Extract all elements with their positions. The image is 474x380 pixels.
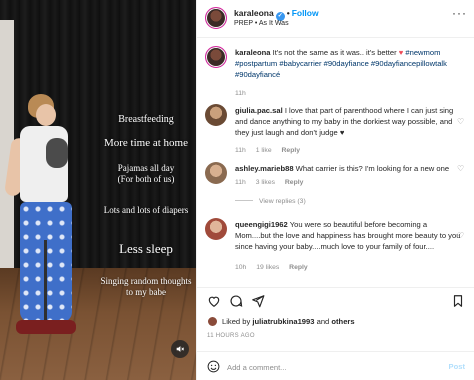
liked-by-user[interactable]: juliatrubkina1993 bbox=[252, 317, 314, 326]
reply-button[interactable]: Reply bbox=[289, 264, 308, 271]
like-comment-heart-icon[interactable]: ♡ bbox=[457, 118, 465, 126]
mute-button[interactable] bbox=[171, 340, 189, 358]
red-heart-icon: ♥ bbox=[398, 48, 404, 57]
post-panel: karaleona ✓ • Follow PREP • As It Was ··· k… bbox=[196, 0, 474, 380]
like-comment-heart-icon[interactable]: ♡ bbox=[457, 232, 465, 240]
comment-likes[interactable]: 1 like bbox=[256, 147, 272, 154]
comment-username[interactable]: ashley.marieb88 bbox=[235, 164, 294, 173]
post-header: karaleona ✓ • Follow PREP • As It Was ··· bbox=[197, 0, 474, 38]
avatar[interactable] bbox=[207, 316, 218, 327]
view-replies-button[interactable]: View replies (3) bbox=[235, 198, 306, 205]
more-options-icon[interactable]: ··· bbox=[452, 7, 467, 19]
avatar[interactable] bbox=[205, 162, 227, 184]
bookmark-icon[interactable] bbox=[451, 294, 465, 308]
overlay-text-breastfeeding: Breastfeeding bbox=[118, 114, 174, 125]
liked-by-others[interactable]: others bbox=[331, 317, 354, 326]
overlay-text-time-at-home: More time at home bbox=[103, 137, 188, 149]
post-button[interactable]: Post bbox=[449, 362, 465, 371]
follow-button[interactable]: Follow bbox=[292, 8, 319, 18]
comment-input[interactable] bbox=[227, 359, 427, 375]
emoji-icon[interactable] bbox=[207, 360, 220, 373]
like-comment-heart-icon[interactable]: ♡ bbox=[457, 165, 465, 173]
comment-time: 11h bbox=[235, 147, 246, 154]
overlay-text-diapers: Lots and lots of diapers bbox=[103, 205, 189, 215]
action-bar bbox=[197, 287, 474, 311]
caption-text: It's not the same as it was.. it's bette… bbox=[272, 48, 397, 57]
avatar[interactable] bbox=[205, 218, 227, 240]
comment-time: 11h bbox=[235, 179, 246, 186]
comment-likes[interactable]: 19 likes bbox=[256, 264, 279, 271]
share-icon[interactable] bbox=[251, 294, 265, 308]
reply-button[interactable]: Reply bbox=[282, 147, 301, 154]
overlay-text-singing: Singing random thoughts to my babe bbox=[100, 276, 192, 297]
reply-button[interactable]: Reply bbox=[285, 179, 304, 186]
post-timestamp[interactable]: 11 HOURS AGO bbox=[207, 333, 255, 339]
comment-username[interactable]: giulia.pac.sal bbox=[235, 106, 283, 115]
avatar[interactable] bbox=[205, 46, 227, 68]
overlay-text-less-sleep: Less sleep bbox=[119, 241, 173, 256]
avatar[interactable] bbox=[205, 104, 227, 126]
comment-icon[interactable] bbox=[229, 294, 243, 308]
comments-list[interactable]: karaleona It's not the same as it was.. … bbox=[197, 38, 474, 283]
caption-username[interactable]: karaleona bbox=[235, 48, 270, 57]
overlay-text-pajamas: Pajamas all day (For both of us) bbox=[117, 163, 175, 184]
comment-likes[interactable]: 3 likes bbox=[256, 179, 275, 186]
add-comment-bar: Post bbox=[197, 351, 474, 380]
speaker-muted-icon bbox=[176, 346, 185, 352]
comment-text: What carrier is this? I'm looking for a … bbox=[295, 164, 450, 173]
liked-by: Liked by juliatrubkina1993 and others bbox=[207, 316, 355, 327]
comment-time: 10h bbox=[235, 264, 247, 271]
header-username[interactable]: karaleona bbox=[234, 8, 274, 18]
avatar[interactable] bbox=[205, 7, 227, 29]
comment-username[interactable]: queengigi1962 bbox=[235, 220, 288, 229]
person-with-baby-carrier bbox=[4, 90, 86, 350]
audio-label[interactable]: PREP • As It Was bbox=[234, 20, 289, 27]
reel-video[interactable]: Breastfeeding More time at home Pajamas … bbox=[0, 0, 196, 380]
caption-time: 11h bbox=[235, 90, 246, 97]
heart-icon[interactable] bbox=[207, 294, 221, 308]
